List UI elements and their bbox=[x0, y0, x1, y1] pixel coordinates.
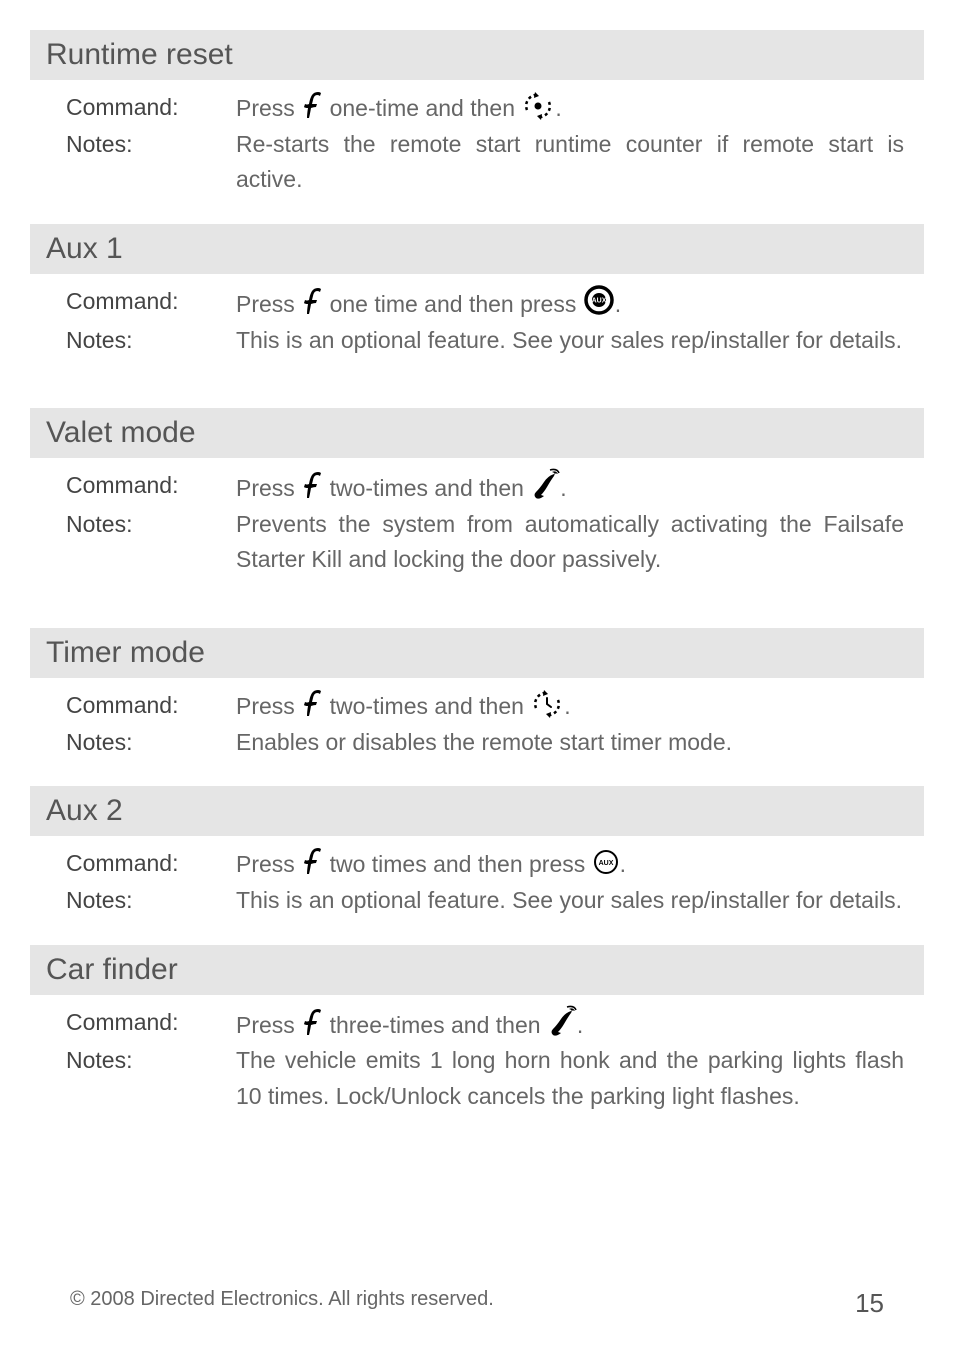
f-icon bbox=[301, 475, 323, 501]
notes-value: The vehicle emits 1 long horn honk and t… bbox=[236, 1043, 904, 1114]
command-row: Command:Press two-times and then . bbox=[66, 468, 904, 507]
notes-label: Notes: bbox=[66, 883, 236, 919]
f-icon bbox=[301, 95, 323, 121]
s-swoosh-icon bbox=[530, 475, 560, 501]
period: . bbox=[577, 1012, 583, 1038]
section-header: Runtime reset bbox=[30, 30, 924, 80]
command-row: Command:Press two-times and then . bbox=[66, 688, 904, 725]
section-body: Command:Press one-time and then .Notes:R… bbox=[50, 80, 904, 224]
period: . bbox=[555, 95, 561, 121]
command-value: Press two-times and then . bbox=[236, 468, 904, 507]
notes-value: Prevents the system from automatically a… bbox=[236, 507, 904, 578]
notes-label: Notes: bbox=[66, 507, 236, 578]
svg-text:AUX: AUX bbox=[591, 297, 606, 304]
command-prefix: Press bbox=[236, 475, 295, 501]
command-prefix: Press bbox=[236, 693, 295, 719]
command-label: Command: bbox=[66, 688, 236, 725]
command-mid: two-times and then bbox=[330, 475, 524, 501]
notes-row: Notes:This is an optional feature. See y… bbox=[66, 323, 904, 359]
f-icon bbox=[301, 1012, 323, 1038]
period: . bbox=[564, 693, 570, 719]
command-prefix: Press bbox=[236, 95, 295, 121]
command-prefix: Press bbox=[236, 291, 295, 317]
section: Runtime resetCommand:Press one-time and … bbox=[50, 30, 904, 224]
rotate-dot-icon bbox=[521, 95, 555, 121]
command-mid: one time and then press bbox=[330, 291, 577, 317]
page-footer: © 2008 Directed Electronics. All rights … bbox=[70, 1288, 884, 1319]
command-row: Command:Press three-times and then . bbox=[66, 1005, 904, 1044]
period: . bbox=[560, 475, 566, 501]
f-icon bbox=[301, 851, 323, 877]
command-label: Command: bbox=[66, 90, 236, 127]
f-icon bbox=[301, 693, 323, 719]
page-content: Runtime resetCommand:Press one-time and … bbox=[50, 30, 904, 1141]
notes-row: Notes:The vehicle emits 1 long horn honk… bbox=[66, 1043, 904, 1114]
notes-row: Notes:Re-starts the remote start runtime… bbox=[66, 127, 904, 198]
f-icon bbox=[301, 291, 323, 317]
command-mid: two-times and then bbox=[330, 693, 524, 719]
notes-row: Notes:Prevents the system from automatic… bbox=[66, 507, 904, 578]
notes-row: Notes:This is an optional feature. See y… bbox=[66, 883, 904, 919]
aux-circle-bold-icon: AUX bbox=[583, 291, 615, 317]
command-label: Command: bbox=[66, 846, 236, 883]
command-mid: two times and then press bbox=[330, 851, 586, 877]
notes-row: Notes:Enables or disables the remote sta… bbox=[66, 725, 904, 761]
section: Aux 1Command:Press one time and then pre… bbox=[50, 224, 904, 384]
command-row: Command:Press two times and then press A… bbox=[66, 846, 904, 883]
notes-label: Notes: bbox=[66, 323, 236, 359]
period: . bbox=[615, 291, 621, 317]
section-header: Timer mode bbox=[30, 628, 924, 678]
section: Timer modeCommand:Press two-times and th… bbox=[50, 628, 904, 786]
command-mid: three-times and then bbox=[330, 1012, 541, 1038]
command-value: Press two-times and then . bbox=[236, 688, 904, 725]
section-body: Command:Press two times and then press A… bbox=[50, 836, 904, 944]
section-header: Aux 2 bbox=[30, 786, 924, 836]
copyright-text: © 2008 Directed Electronics. All rights … bbox=[70, 1288, 494, 1319]
notes-value: Re-starts the remote start runtime count… bbox=[236, 127, 904, 198]
section-gap bbox=[50, 604, 904, 628]
aux-circle-icon: AUX bbox=[592, 851, 620, 877]
section: Car finderCommand:Press three-times and … bbox=[50, 945, 904, 1141]
notes-value: Enables or disables the remote start tim… bbox=[236, 725, 904, 761]
notes-label: Notes: bbox=[66, 725, 236, 761]
command-row: Command:Press one-time and then . bbox=[66, 90, 904, 127]
section-header: Car finder bbox=[30, 945, 924, 995]
command-value: Press two times and then press AUX. bbox=[236, 846, 904, 883]
section-body: Command:Press two-times and then .Notes:… bbox=[50, 678, 904, 786]
command-value: Press one time and then press AUX. bbox=[236, 284, 904, 323]
command-label: Command: bbox=[66, 468, 236, 507]
notes-value: This is an optional feature. See your sa… bbox=[236, 323, 904, 359]
s-swoosh-icon bbox=[547, 1012, 577, 1038]
section-body: Command:Press one time and then press AU… bbox=[50, 274, 904, 384]
command-mid: one-time and then bbox=[330, 95, 515, 121]
section: Aux 2Command:Press two times and then pr… bbox=[50, 786, 904, 944]
command-prefix: Press bbox=[236, 1012, 295, 1038]
notes-label: Notes: bbox=[66, 1043, 236, 1114]
command-value: Press three-times and then . bbox=[236, 1005, 904, 1044]
command-prefix: Press bbox=[236, 851, 295, 877]
section: Valet modeCommand:Press two-times and th… bbox=[50, 408, 904, 604]
section-header: Aux 1 bbox=[30, 224, 924, 274]
section-header: Valet mode bbox=[30, 408, 924, 458]
command-value: Press one-time and then . bbox=[236, 90, 904, 127]
command-label: Command: bbox=[66, 1005, 236, 1044]
notes-value: This is an optional feature. See your sa… bbox=[236, 883, 904, 919]
period: . bbox=[620, 851, 626, 877]
notes-label: Notes: bbox=[66, 127, 236, 198]
page-number: 15 bbox=[855, 1288, 884, 1319]
section-gap bbox=[50, 384, 904, 408]
svg-text:AUX: AUX bbox=[598, 860, 613, 867]
command-label: Command: bbox=[66, 284, 236, 323]
command-row: Command:Press one time and then press AU… bbox=[66, 284, 904, 323]
rotate-clock-icon bbox=[530, 693, 564, 719]
section-body: Command:Press two-times and then .Notes:… bbox=[50, 458, 904, 604]
section-body: Command:Press three-times and then .Note… bbox=[50, 995, 904, 1141]
